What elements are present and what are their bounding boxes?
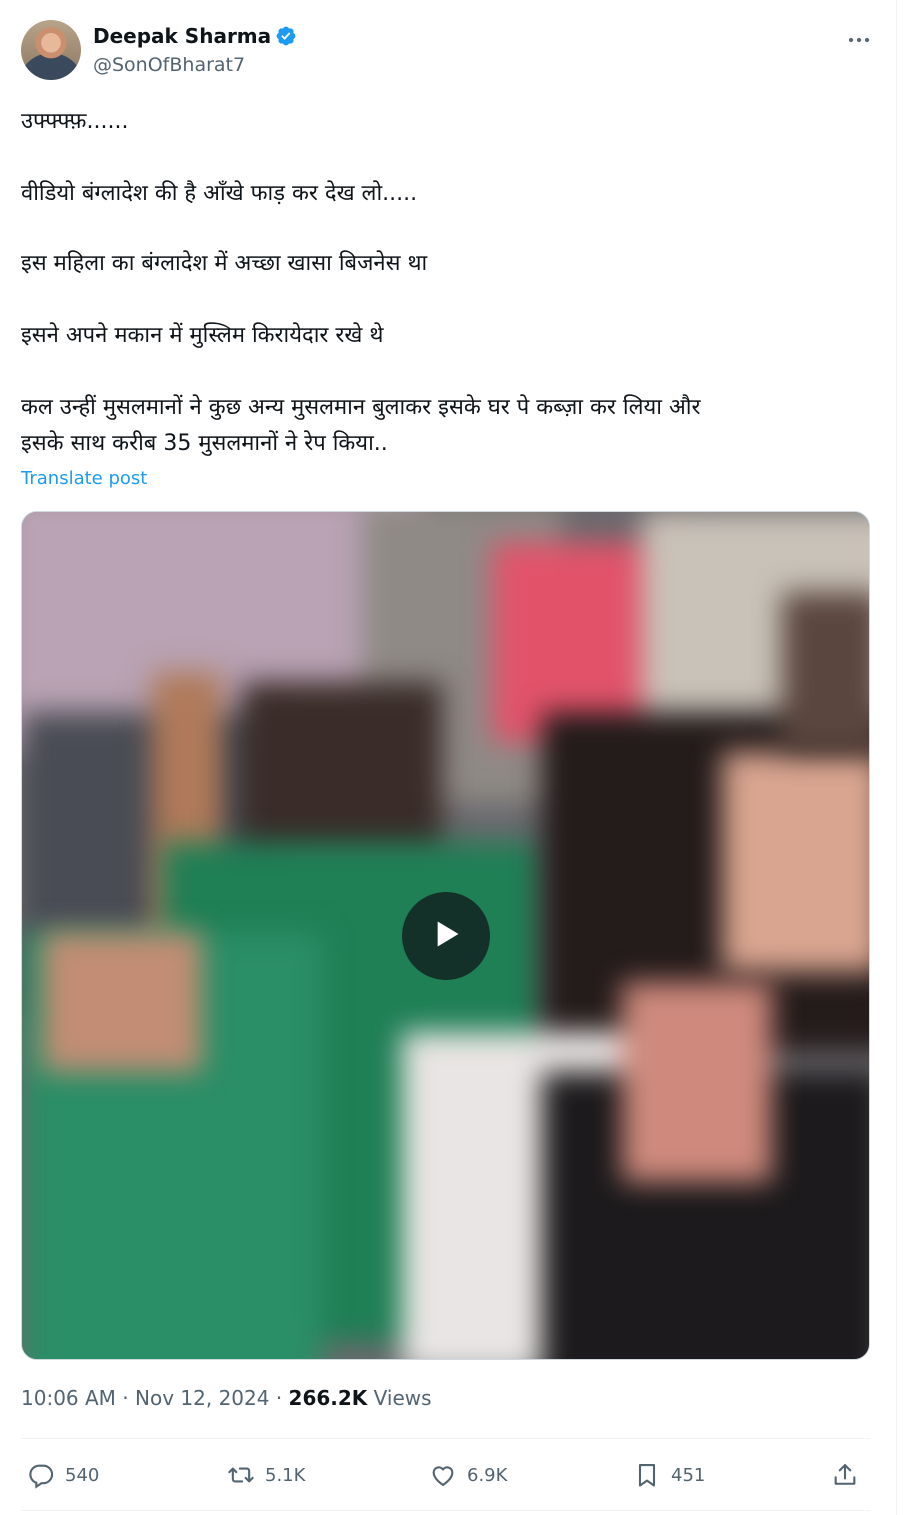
- repost-icon: [228, 1467, 254, 1483]
- reply-icon: [29, 1464, 54, 1489]
- display-name[interactable]: Deepak Sharma: [93, 24, 271, 48]
- post-text-line: इसके साथ करीब 35 मुसलमानों ने रेप किया..: [21, 431, 388, 456]
- divider: [21, 1510, 870, 1511]
- post-date[interactable]: Nov 12, 2024: [135, 1386, 269, 1410]
- more-options-icon[interactable]: [847, 30, 871, 50]
- post-text-line: वीडियो बंग्लादेश की है आँखे फाड़ कर देख …: [21, 181, 418, 206]
- post-text-line: इस महिला का बंग्लादेश में अच्छा खासा बिज…: [21, 251, 428, 276]
- share-button[interactable]: [831, 1450, 859, 1500]
- repost-button[interactable]: 5.1K: [227, 1450, 305, 1500]
- video-player[interactable]: [21, 511, 870, 1360]
- play-icon: [426, 914, 466, 958]
- bookmark-count: 451: [671, 1464, 706, 1486]
- meta-separator: ·: [275, 1386, 283, 1410]
- heart-icon: [432, 1466, 454, 1486]
- like-count: 6.9K: [467, 1464, 508, 1486]
- verified-badge-icon: [275, 25, 297, 47]
- views-count: 266.2K: [288, 1386, 368, 1410]
- post-metadata: 10:06 AM · Nov 12, 2024 · 266.2K Views: [21, 1386, 432, 1410]
- handle[interactable]: @SonOfBharat7: [93, 54, 245, 76]
- repost-count: 5.1K: [265, 1464, 306, 1486]
- avatar[interactable]: [21, 20, 81, 80]
- bookmark-button[interactable]: 451: [633, 1450, 705, 1500]
- translate-post-link[interactable]: Translate post: [21, 468, 147, 489]
- views-label: Views: [373, 1386, 432, 1410]
- share-icon: [834, 1464, 856, 1485]
- play-button[interactable]: [402, 892, 490, 980]
- meta-separator: ·: [122, 1386, 129, 1410]
- post-time[interactable]: 10:06 AM: [21, 1386, 116, 1410]
- post-header: Deepak Sharma @SonOfBharat7: [21, 20, 875, 82]
- post-text-line: उफ्फ्फ्फ़......: [21, 109, 129, 134]
- like-button[interactable]: 6.9K: [429, 1450, 507, 1500]
- name-row: Deepak Sharma: [93, 24, 297, 48]
- reply-button[interactable]: 540: [27, 1450, 99, 1500]
- action-bar: 540 5.1K 6.9K 451: [21, 1450, 870, 1500]
- column-border: [896, 0, 897, 1515]
- post-text-line: इसने अपने मकान में मुस्लिम किरायेदार रखे…: [21, 323, 384, 348]
- reply-count: 540: [65, 1464, 100, 1486]
- post-text-line: कल उन्हीं मुसलमानों ने कुछ अन्य मुसलमान …: [21, 395, 701, 420]
- bookmark-icon: [638, 1464, 656, 1487]
- divider: [21, 1438, 870, 1439]
